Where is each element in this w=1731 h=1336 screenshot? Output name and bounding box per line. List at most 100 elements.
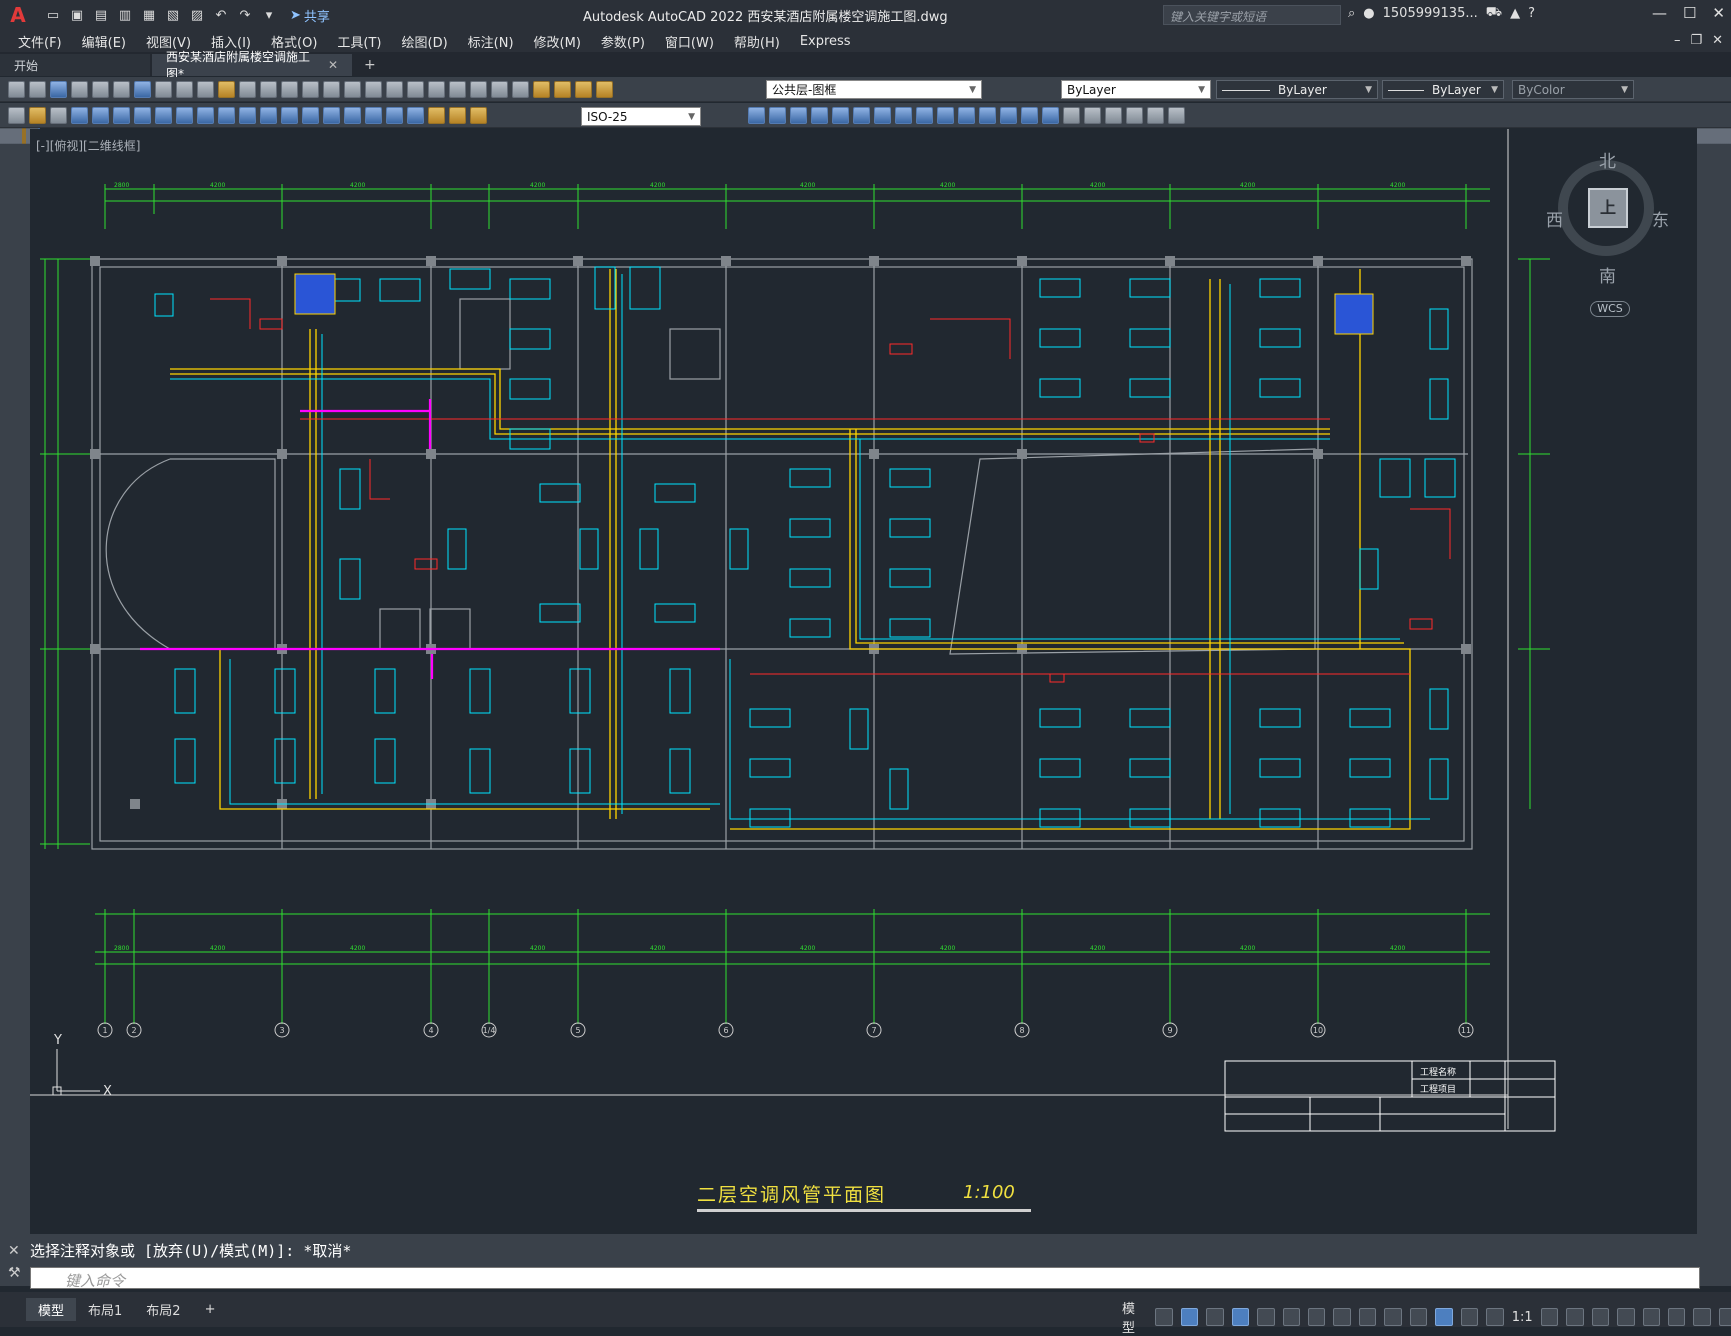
object-snap-tracking-icon[interactable]: [1307, 1308, 1326, 1326]
chamfer-icon[interactable]: [1000, 106, 1017, 124]
menu-tools[interactable]: 工具(T): [327, 32, 391, 51]
redo-tb-icon[interactable]: [281, 80, 298, 98]
design-center-icon[interactable]: [407, 80, 424, 98]
dim-baseline-icon[interactable]: [260, 106, 277, 124]
autodesk-app-icon[interactable]: ▲: [1510, 6, 1520, 21]
wcs-menu[interactable]: WCS: [1590, 301, 1630, 317]
pan-icon[interactable]: [302, 80, 319, 98]
scale-value[interactable]: 1:1: [1512, 1310, 1533, 1325]
3d-print-icon[interactable]: [134, 80, 151, 98]
tab-drawing[interactable]: 西安某酒店附属楼空调施工图* ✕: [152, 50, 352, 81]
cart-icon[interactable]: ⛟: [1486, 5, 1502, 22]
group-icon[interactable]: [1105, 106, 1122, 124]
save-as-icon[interactable]: ▥: [116, 6, 134, 24]
isolate-objects-icon[interactable]: [1667, 1308, 1686, 1326]
annotation-visibility-icon[interactable]: [1435, 1308, 1453, 1326]
menu-dimension[interactable]: 标注(N): [458, 32, 524, 51]
menu-edit[interactable]: 编辑(E): [72, 32, 136, 51]
zoom-realtime-icon[interactable]: [323, 80, 340, 98]
linetype-dropdown[interactable]: ByLayer ▼: [1216, 80, 1378, 99]
print-icon[interactable]: ▧: [164, 6, 182, 24]
layer-properties-icon[interactable]: [533, 80, 550, 98]
plot-icon[interactable]: ▨: [188, 6, 206, 24]
infer-constraints-icon[interactable]: [1206, 1308, 1224, 1326]
tool-palettes-icon[interactable]: [428, 80, 445, 98]
autocad-logo-icon[interactable]: A: [6, 3, 30, 27]
maximize-icon[interactable]: ☐: [1683, 4, 1696, 22]
compass-north[interactable]: 北: [1599, 147, 1616, 172]
save-tb-icon[interactable]: [50, 80, 67, 98]
wipeout-icon[interactable]: [1168, 106, 1185, 124]
draw-order-icon[interactable]: [1084, 106, 1101, 124]
dim-space-icon[interactable]: [302, 106, 319, 124]
save-icon[interactable]: ▤: [92, 6, 110, 24]
lineweight-dropdown[interactable]: ByLayer ▼: [1382, 80, 1504, 99]
undo-tb-icon[interactable]: [260, 80, 277, 98]
user-name[interactable]: 1505999135...: [1383, 6, 1478, 21]
isodraft-icon[interactable]: [1282, 1308, 1300, 1326]
break-icon[interactable]: [958, 106, 975, 124]
mirror-icon[interactable]: [769, 106, 786, 124]
quick-dim-icon[interactable]: [239, 106, 256, 124]
dimstyle-dropdown[interactable]: ISO-25 ▼: [581, 107, 701, 126]
draw-line-icon[interactable]: [8, 106, 25, 124]
layout-tab-2[interactable]: 布局2: [134, 1298, 192, 1321]
markup-icon[interactable]: [470, 80, 487, 98]
annotation-scale-icon[interactable]: [1486, 1308, 1504, 1326]
plot-tb-icon[interactable]: [71, 80, 88, 98]
help-tb-icon[interactable]: [512, 80, 529, 98]
layout-tab-1[interactable]: 布局1: [76, 1298, 134, 1321]
copy-icon[interactable]: [176, 80, 193, 98]
customize-wrench-icon[interactable]: ⚒: [8, 1262, 21, 1284]
tab-close-icon[interactable]: ✕: [328, 58, 338, 72]
add-layout-icon[interactable]: +: [193, 1300, 228, 1319]
dim-continue-icon[interactable]: [281, 106, 298, 124]
lineweight-icon[interactable]: [1358, 1308, 1377, 1326]
dim-edit-icon[interactable]: [428, 106, 445, 124]
open-icon[interactable]: [29, 80, 46, 98]
dim-linear-icon[interactable]: [71, 106, 88, 124]
minimize-icon[interactable]: —: [1652, 4, 1667, 22]
quick-properties-icon[interactable]: [1617, 1308, 1635, 1326]
dim-jogged-icon[interactable]: [176, 106, 193, 124]
copy-object-icon[interactable]: [748, 106, 765, 124]
model-space-button[interactable]: 模型: [1122, 1298, 1147, 1336]
compass-west[interactable]: 西: [1546, 206, 1563, 231]
dim-arc-icon[interactable]: [113, 106, 130, 124]
user-icon[interactable]: ●: [1363, 6, 1374, 21]
layer-freeze-icon[interactable]: [575, 80, 592, 98]
doc-close-icon[interactable]: ✕: [1712, 33, 1723, 48]
move-icon[interactable]: [832, 106, 849, 124]
polar-icon[interactable]: [1257, 1308, 1275, 1326]
viewport-controls[interactable]: [-][俯视][二维线框]: [36, 137, 140, 154]
layer-on-icon[interactable]: [554, 80, 571, 98]
cut-icon[interactable]: [155, 80, 172, 98]
block-icon[interactable]: [29, 106, 46, 124]
menu-draw[interactable]: 绘图(D): [392, 32, 458, 51]
properties-icon[interactable]: [386, 80, 403, 98]
explode-icon[interactable]: [1042, 106, 1059, 124]
compass-south[interactable]: 南: [1599, 262, 1616, 287]
lock-ui-icon[interactable]: [1642, 1308, 1660, 1326]
drawing-canvas[interactable]: 1 2 3 4 1/4 5 6 7 8 9 10 11 2800 4200 42…: [30, 129, 1697, 1232]
ortho-icon[interactable]: [1231, 1308, 1250, 1326]
close-icon[interactable]: ✕: [1712, 4, 1725, 22]
undo-icon[interactable]: ↶: [212, 6, 230, 24]
object-snap-icon[interactable]: [1333, 1308, 1351, 1326]
menu-parametric[interactable]: 参数(P): [591, 32, 655, 51]
search-icon[interactable]: ⌕: [1348, 6, 1355, 21]
sheet-set-icon[interactable]: [449, 80, 466, 98]
snap-icon[interactable]: [1180, 1308, 1199, 1326]
menu-help[interactable]: 帮助(H): [724, 32, 790, 51]
viewcube-top-face[interactable]: 上: [1588, 188, 1628, 228]
array-icon[interactable]: [811, 106, 828, 124]
open-file-icon[interactable]: ▣: [68, 6, 86, 24]
extend-icon[interactable]: [937, 106, 954, 124]
viewcube[interactable]: 上 北 南 西 东 WCS: [1546, 147, 1669, 317]
stretch-icon[interactable]: [895, 106, 912, 124]
menu-file[interactable]: 文件(F): [8, 32, 72, 51]
match-prop-icon[interactable]: [218, 80, 235, 98]
dim-text-edit-icon[interactable]: [449, 106, 466, 124]
auto-scale-icon[interactable]: [1460, 1308, 1479, 1326]
selection-cycling-icon[interactable]: [1409, 1308, 1428, 1326]
